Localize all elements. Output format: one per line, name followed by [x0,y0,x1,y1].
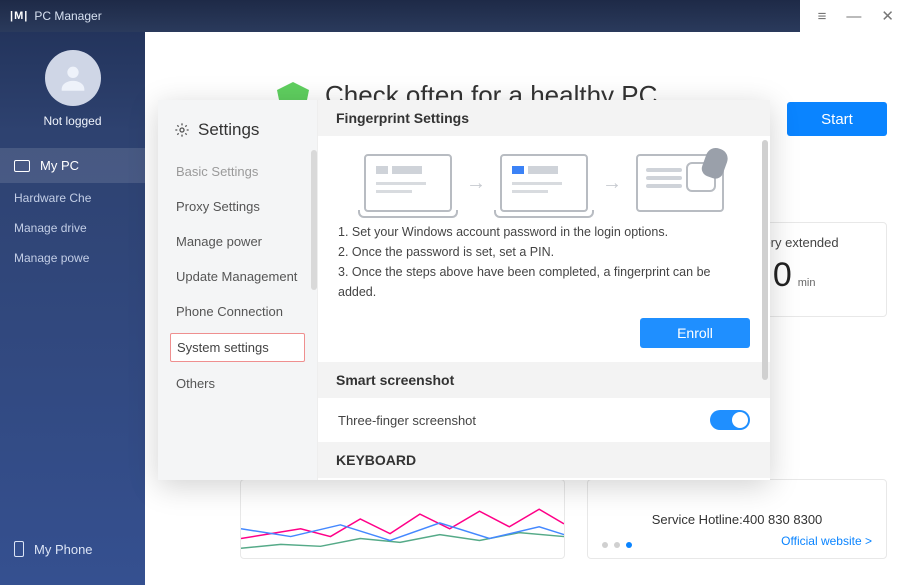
fingerprint-illustration: → → [318,136,770,222]
phone-icon [14,541,24,557]
dot-active[interactable] [626,542,632,548]
enroll-button[interactable]: Enroll [640,318,750,348]
gear-icon [174,122,190,138]
settings-heading: Settings [198,120,259,140]
service-hotline: Service Hotline:400 830 8300 [652,512,823,527]
keyboard-heading: KEYBOARD [318,442,770,478]
sidebar-item-hardware[interactable]: Hardware Che [0,183,145,213]
settings-nav-power[interactable]: Manage power [158,224,317,259]
sidebar-nav: My PC Hardware Che Manage drive Manage p… [0,148,145,273]
sidebar-item-power[interactable]: Manage powe [0,243,145,273]
avatar [45,50,101,106]
three-finger-toggle[interactable] [710,410,750,430]
dot[interactable] [602,542,608,548]
footer-card: Service Hotline:400 830 8300 Official we… [587,479,887,559]
settings-nav-proxy[interactable]: Proxy Settings [158,189,317,224]
settings-nav-update[interactable]: Update Management [158,259,317,294]
settings-body: Fingerprint Settings → → 1. Set your Win… [318,100,770,480]
menu-icon[interactable]: ≡ [818,8,827,25]
settings-dialog: ✕ Settings Basic Settings Proxy Settings… [158,100,770,480]
fp-step-1: 1. Set your Windows account password in … [338,222,750,242]
usage-chart [240,479,565,559]
fingerprint-heading: Fingerprint Settings [318,100,770,136]
sidebar: Not logged My PC Hardware Che Manage dri… [0,32,145,585]
sidebar-item-my-phone[interactable]: My Phone [0,531,145,567]
sidebar-item-label: My Phone [34,542,93,557]
fingerprint-steps: 1. Set your Windows account password in … [318,222,770,312]
battery-unit: min [798,277,816,289]
settings-nav: Settings Basic Settings Proxy Settings M… [158,100,318,480]
fingerprint-reader-icon [636,154,724,212]
three-finger-screenshot-row: Three-finger screenshot [318,398,770,442]
close-icon[interactable]: ✕ [881,7,894,25]
settings-nav-basic[interactable]: Basic Settings [158,154,317,189]
official-website-link[interactable]: Official website > [781,534,872,548]
sidebar-item-drivers[interactable]: Manage drive [0,213,145,243]
arrow-right-icon: → [602,172,622,195]
settings-nav-scrollbar[interactable] [311,150,317,290]
minimize-icon[interactable]: — [846,8,861,25]
fp-step-2: 2. Once the password is set, set a PIN. [338,242,750,262]
smart-screenshot-heading: Smart screenshot [318,362,770,398]
carousel-dots[interactable] [602,542,632,548]
window-controls: ≡ — ✕ [800,0,912,32]
settings-nav-others[interactable]: Others [158,366,317,401]
monitor-icon [14,160,30,172]
settings-nav-phone[interactable]: Phone Connection [158,294,317,329]
sidebar-item-label: My PC [40,158,79,173]
battery-value: 0 [773,256,792,295]
title-bar: |M| PC Manager [0,0,912,32]
laptop-step2-icon [500,154,588,212]
settings-title: Settings [158,114,317,154]
login-status: Not logged [43,114,101,128]
settings-body-scrollbar[interactable] [762,140,768,380]
fp-step-3: 3. Once the steps above have been comple… [338,262,750,302]
dot[interactable] [614,542,620,548]
arrow-right-icon: → [466,172,486,195]
settings-nav-system[interactable]: System settings [170,333,305,362]
sidebar-item-my-pc[interactable]: My PC [0,148,145,183]
account-area[interactable]: Not logged [0,32,145,138]
app-title: PC Manager [34,9,101,23]
laptop-step1-icon [364,154,452,212]
person-icon [56,61,90,95]
three-finger-label: Three-finger screenshot [338,413,476,428]
app-logo: |M| [10,10,28,22]
start-button[interactable]: Start [787,102,887,136]
